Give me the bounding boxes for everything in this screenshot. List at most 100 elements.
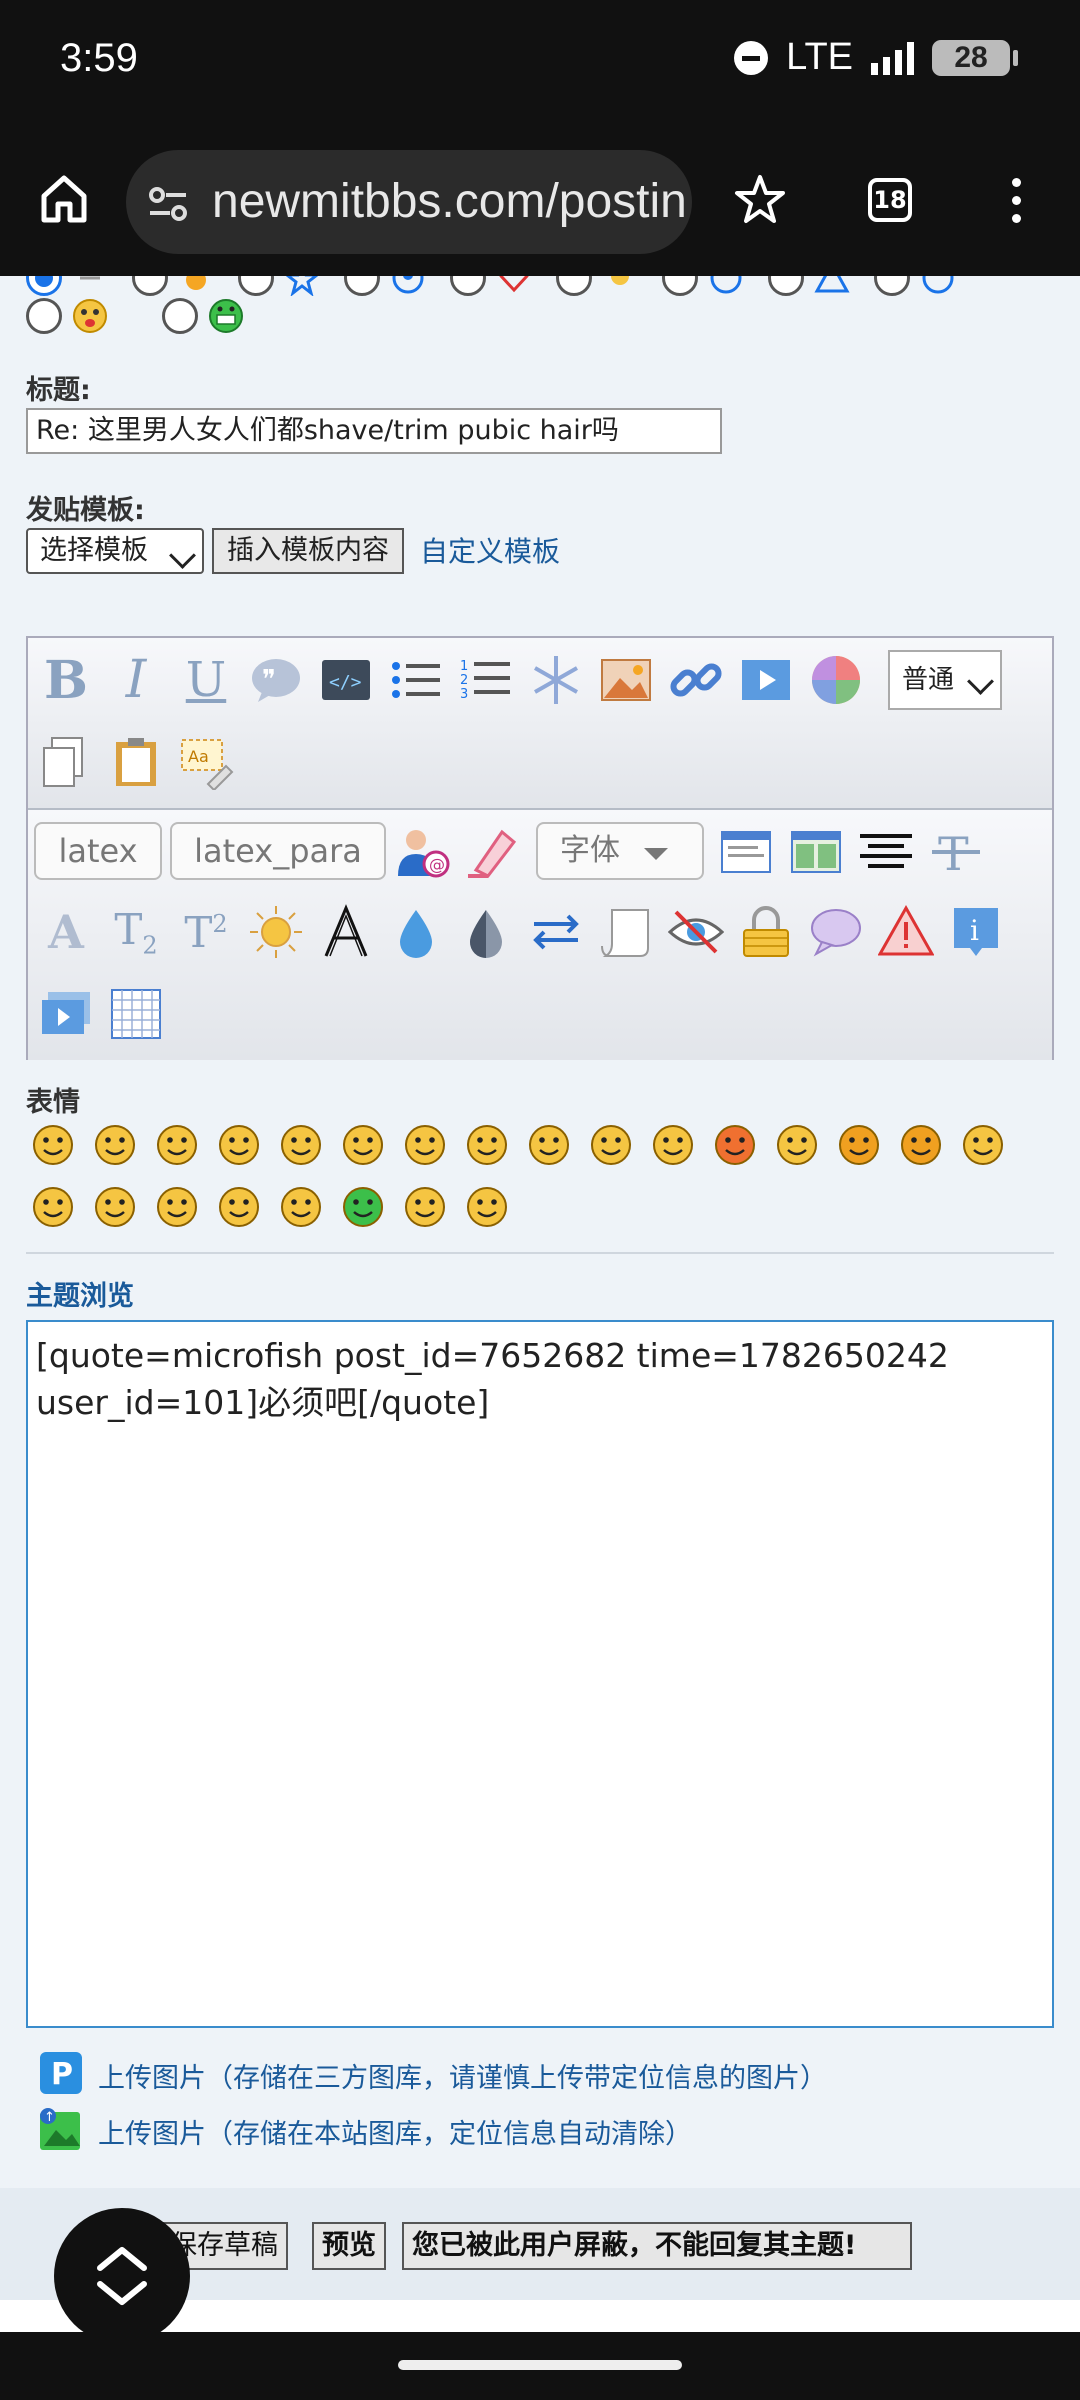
copy-icon[interactable] xyxy=(38,734,94,790)
asterisk-icon[interactable] xyxy=(528,652,584,708)
link-icon[interactable] xyxy=(668,652,724,708)
smile-emoticon-icon[interactable] xyxy=(94,1124,136,1166)
post-icon-radio[interactable] xyxy=(874,276,910,296)
latex-button[interactable]: latex xyxy=(34,822,162,880)
green-grin-emoticon-icon[interactable] xyxy=(342,1186,384,1228)
preview-button[interactable]: 预览 xyxy=(312,2222,386,2270)
local-upload-icon[interactable]: ↑ xyxy=(40,2108,82,2150)
exclaim-emoticon-icon[interactable] xyxy=(32,1186,74,1228)
italic-icon[interactable]: I xyxy=(108,650,164,710)
font-color-icon[interactable]: A xyxy=(38,904,94,960)
superscript-icon[interactable]: T2 xyxy=(178,904,234,960)
video-icon[interactable] xyxy=(738,652,794,708)
post-content-textarea[interactable]: [quote=microfish post_id=7652682 time=17… xyxy=(26,1320,1054,2028)
angry-emoticon-icon[interactable] xyxy=(714,1124,756,1166)
post-icon-radio[interactable] xyxy=(768,276,804,296)
underline-icon[interactable]: U xyxy=(178,652,234,708)
bold-icon[interactable]: B xyxy=(38,650,94,711)
laugh-emoticon-icon[interactable] xyxy=(32,1124,74,1166)
site-settings-icon[interactable] xyxy=(148,186,188,222)
table-icon[interactable] xyxy=(108,986,164,1042)
post-icon-radio[interactable] xyxy=(26,276,62,296)
user-icon xyxy=(392,276,424,294)
confused-emoticon-icon[interactable] xyxy=(404,1124,446,1166)
arrow-emoticon-icon[interactable] xyxy=(218,1186,260,1228)
hidden-eye-icon[interactable] xyxy=(668,904,724,960)
devil-emoticon-icon[interactable] xyxy=(838,1124,880,1166)
scroll-icon[interactable] xyxy=(598,904,654,960)
post-icon-radio[interactable] xyxy=(556,276,592,296)
page-layout-icon[interactable] xyxy=(718,824,774,880)
paste-icon[interactable] xyxy=(108,734,164,790)
dizzy-emoticon-icon[interactable] xyxy=(962,1124,1004,1166)
svg-text:</>: </> xyxy=(329,672,362,693)
shocked-emoticon-icon[interactable] xyxy=(280,1124,322,1166)
color-picker-icon[interactable] xyxy=(808,652,864,708)
clear-format-icon[interactable]: Aa xyxy=(178,734,234,790)
post-icon-radio[interactable] xyxy=(132,276,168,296)
media-slides-icon[interactable] xyxy=(38,986,94,1042)
swap-arrows-icon[interactable] xyxy=(528,904,584,960)
format-select[interactable]: 普通 xyxy=(888,650,1002,710)
third-party-upload-icon[interactable]: P xyxy=(40,2052,82,2094)
evil-emoticon-icon[interactable] xyxy=(900,1124,942,1166)
svg-text:i: i xyxy=(970,914,979,947)
glow-sun-icon[interactable] xyxy=(248,904,304,960)
post-icon-radio[interactable] xyxy=(344,276,380,296)
sync-fab-button[interactable] xyxy=(54,2208,190,2344)
font-select[interactable]: 字体 xyxy=(536,822,704,880)
image-icon[interactable] xyxy=(598,652,654,708)
meh-emoticon-icon[interactable] xyxy=(776,1124,818,1166)
template-select[interactable]: 选择模板 xyxy=(26,528,204,574)
tab-switcher-button[interactable]: 18 xyxy=(868,178,912,222)
battery-level: 28 xyxy=(954,40,988,74)
bookmark-star-icon[interactable] xyxy=(732,172,788,228)
highlighter-icon[interactable] xyxy=(466,824,522,880)
cool-emoticon-icon[interactable] xyxy=(466,1124,508,1166)
blank-emoticon-icon[interactable] xyxy=(280,1186,322,1228)
upload-local-link[interactable]: 上传图片（存储在本站图库，定位信息自动清除） xyxy=(98,2112,692,2151)
insert-template-button[interactable]: 插入模板内容 xyxy=(212,528,404,574)
geek-emoticon-icon[interactable] xyxy=(404,1186,446,1228)
drop-icon[interactable] xyxy=(388,904,444,960)
post-icon-radio[interactable] xyxy=(450,276,486,296)
wink-emoticon-icon[interactable] xyxy=(156,1124,198,1166)
strikethrough-icon[interactable]: T xyxy=(928,824,984,880)
post-icon-radio[interactable] xyxy=(162,298,198,334)
idea-emoticon-icon[interactable] xyxy=(156,1186,198,1228)
outline-text-icon[interactable] xyxy=(318,904,374,960)
subscript-icon[interactable]: T2 xyxy=(108,904,164,960)
bullet-list-icon[interactable] xyxy=(388,652,444,708)
question-emoticon-icon[interactable] xyxy=(94,1186,136,1228)
home-gesture-pill[interactable] xyxy=(398,2360,682,2370)
align-center-icon[interactable] xyxy=(858,824,914,880)
code-icon[interactable]: </> xyxy=(318,652,374,708)
grin-emoticon-icon[interactable] xyxy=(528,1124,570,1166)
post-icon-radio[interactable] xyxy=(662,276,698,296)
post-icon-radio[interactable] xyxy=(238,276,274,296)
blocked-reply-button[interactable]: 您已被此用户屏蔽，不能回复其主题! xyxy=(402,2222,912,2270)
mention-user-icon[interactable]: @ xyxy=(396,824,452,880)
title-input[interactable]: Re: 这里男人女人们都shave/trim pubic hair吗 xyxy=(26,408,722,454)
numbered-list-icon[interactable]: 123 xyxy=(458,652,514,708)
home-icon[interactable] xyxy=(36,170,92,226)
columns-layout-icon[interactable] xyxy=(788,824,844,880)
neutral-emoticon-icon[interactable] xyxy=(218,1124,260,1166)
alert-triangle-icon[interactable] xyxy=(878,904,934,960)
tongue-emoticon-icon[interactable] xyxy=(590,1124,632,1166)
topic-preview-label[interactable]: 主题浏览 xyxy=(26,1274,134,1313)
quote-icon[interactable]: ❞ xyxy=(248,652,304,708)
silly-emoticon-icon[interactable] xyxy=(652,1124,694,1166)
smart-emoticon-icon[interactable] xyxy=(466,1186,508,1228)
upload-third-party-link[interactable]: 上传图片（存储在三方图库，请谨慎上传带定位信息的图片） xyxy=(98,2056,827,2095)
shadow-drop-icon[interactable] xyxy=(458,904,514,960)
lock-icon[interactable] xyxy=(738,904,794,960)
more-menu-icon[interactable] xyxy=(1012,178,1022,228)
latex-para-button[interactable]: latex_para xyxy=(170,822,386,880)
post-icon-radio[interactable] xyxy=(26,298,62,334)
nerd-emoticon-icon[interactable] xyxy=(342,1124,384,1166)
address-bar[interactable]: newmitbbs.com/postin xyxy=(126,150,692,254)
custom-template-link[interactable]: 自定义模板 xyxy=(420,530,560,570)
comment-bubble-icon[interactable] xyxy=(808,904,864,960)
info-box-icon[interactable]: i xyxy=(948,904,1004,960)
